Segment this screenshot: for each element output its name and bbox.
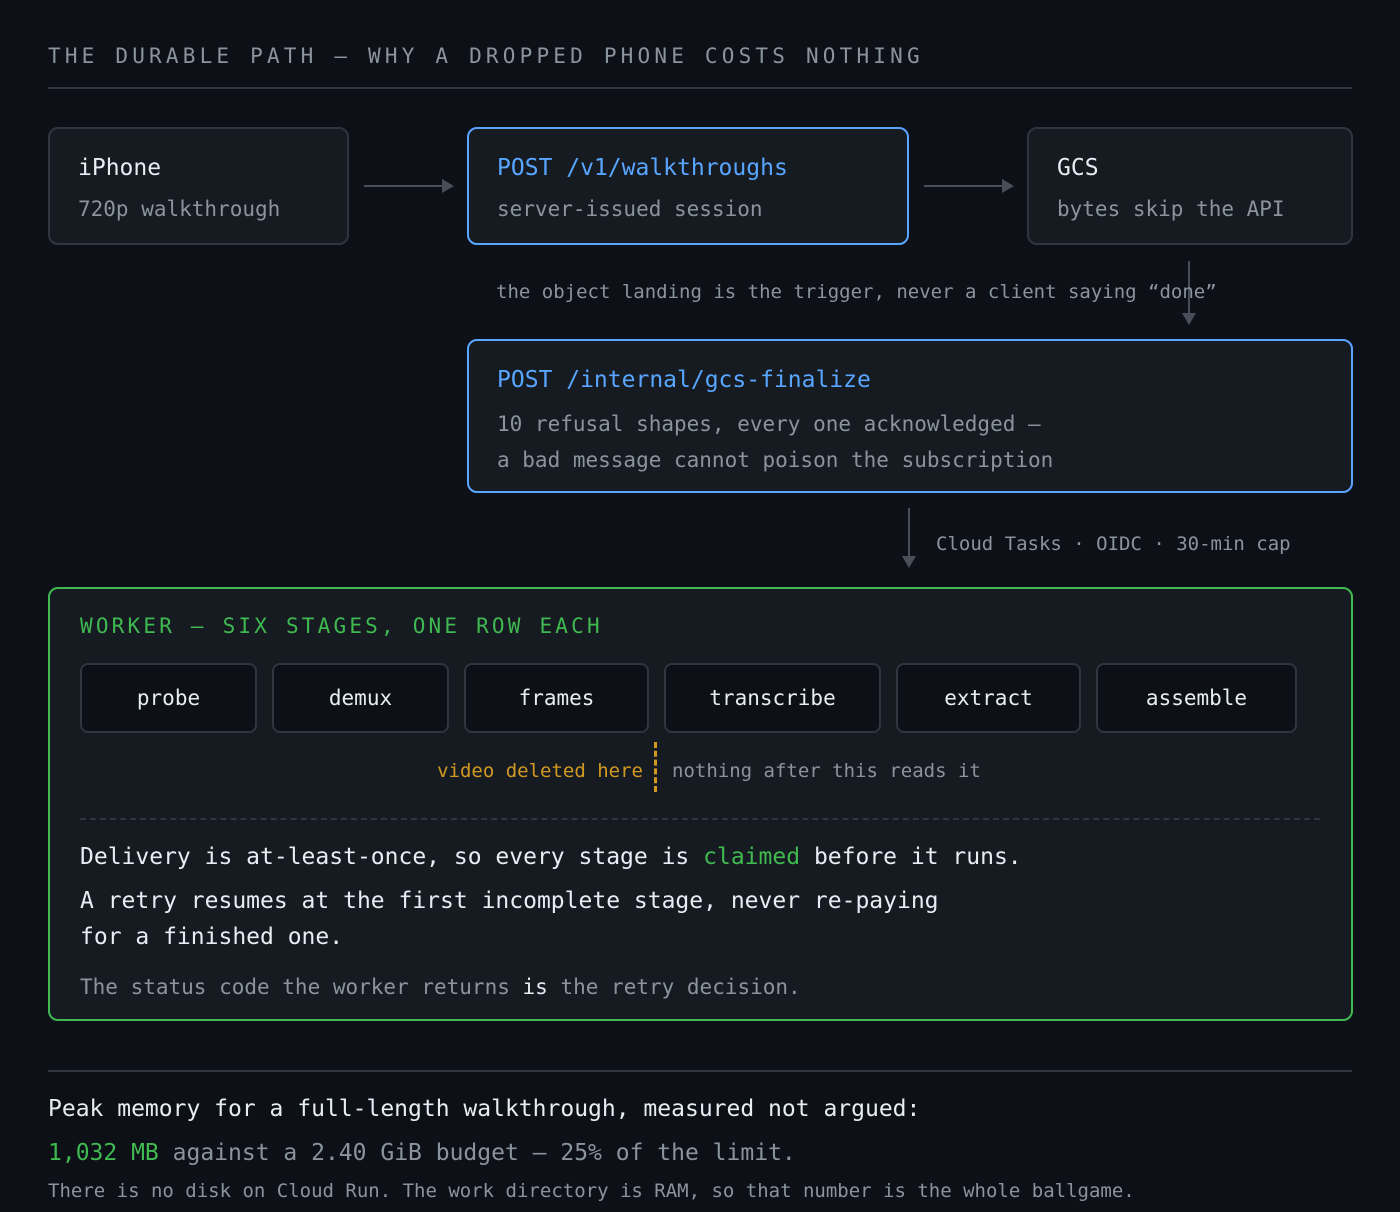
stage-demux: demux xyxy=(272,663,449,733)
arrow-iphone-to-post xyxy=(364,179,454,193)
stage-extract: extract xyxy=(896,663,1081,733)
cloud-run-note: There is no disk on Cloud Run. The work … xyxy=(48,1180,1135,1202)
status-emphasis: is xyxy=(522,975,548,999)
worker-title: WORKER — SIX STAGES, ONE ROW EACH xyxy=(80,614,603,638)
retry-line-2: for a finished one. xyxy=(80,924,344,950)
cloud-tasks-note: Cloud Tasks · OIDC · 30-min cap xyxy=(936,533,1291,555)
post-walkthroughs-node: POST /v1/walkthroughs server-issued sess… xyxy=(467,127,909,245)
trigger-note: the object landing is the trigger, never… xyxy=(496,281,1217,303)
iphone-node-title: iPhone xyxy=(78,155,162,181)
gcs-node-subtitle: bytes skip the API xyxy=(1057,197,1285,221)
peak-memory-result: 1,032 MB against a 2.40 GiB budget — 25%… xyxy=(48,1140,796,1166)
nothing-after-label: nothing after this reads it xyxy=(672,760,981,782)
gcs-finalize-node: POST /internal/gcs-finalize 10 refusal s… xyxy=(467,339,1353,493)
gcs-node: GCS bytes skip the API xyxy=(1027,127,1353,245)
worker-divider xyxy=(80,818,1320,820)
worker-panel xyxy=(48,587,1353,1021)
video-deleted-marker xyxy=(654,742,657,792)
stage-assemble: assemble xyxy=(1096,663,1297,733)
arrow-post-to-gcs xyxy=(924,179,1014,193)
iphone-node: iPhone 720p walkthrough xyxy=(48,127,349,245)
section-title: THE DURABLE PATH — WHY A DROPPED PHONE C… xyxy=(48,44,924,68)
gcs-finalize-line-1: 10 refusal shapes, every one acknowledge… xyxy=(497,412,1041,436)
delivery-after: before it runs. xyxy=(813,844,1022,870)
status-code-statement: The status code the worker returns is th… xyxy=(80,975,801,999)
iphone-node-subtitle: 720p walkthrough xyxy=(78,197,281,221)
peak-memory-heading: Peak memory for a full-length walkthroug… xyxy=(48,1096,921,1122)
stage-probe: probe xyxy=(80,663,257,733)
status-after: the retry decision. xyxy=(560,975,801,999)
footer-divider xyxy=(48,1070,1352,1072)
gcs-finalize-title: POST /internal/gcs-finalize xyxy=(497,367,871,393)
gcs-finalize-line-2: a bad message cannot poison the subscrip… xyxy=(497,448,1054,472)
post-walkthroughs-title: POST /v1/walkthroughs xyxy=(497,155,788,181)
gcs-node-title: GCS xyxy=(1057,155,1099,181)
post-walkthroughs-subtitle: server-issued session xyxy=(497,197,763,221)
memory-value: 1,032 MB xyxy=(48,1140,159,1166)
stage-frames: frames xyxy=(464,663,649,733)
stage-transcribe: transcribe xyxy=(664,663,881,733)
arrow-finalize-to-worker xyxy=(902,508,916,568)
delivery-before: Delivery is at-least-once, so every stag… xyxy=(80,844,690,870)
claimed-highlight: claimed xyxy=(703,844,801,870)
delivery-statement: Delivery is at-least-once, so every stag… xyxy=(80,844,1022,870)
header-divider xyxy=(48,87,1352,89)
video-deleted-label: video deleted here xyxy=(437,760,643,782)
memory-budget: against a 2.40 GiB budget — 25% of the l… xyxy=(172,1140,796,1166)
retry-line-1: A retry resumes at the first incomplete … xyxy=(80,888,939,914)
status-before: The status code the worker returns xyxy=(80,975,510,999)
